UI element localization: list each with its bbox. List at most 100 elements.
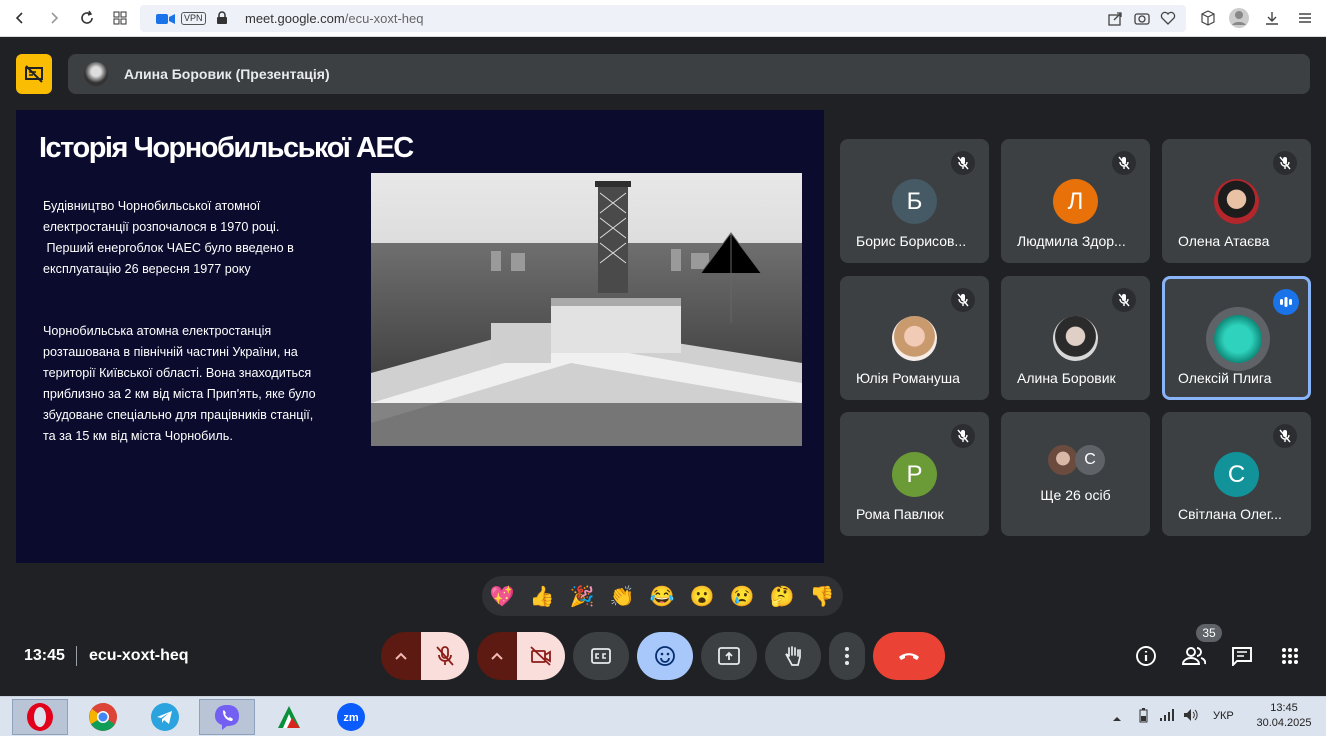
reaction-laughing[interactable]: 😂 [649,584,675,610]
slide-text-line: Будівництво Чорнобильської атомної [43,199,261,213]
reactions-button[interactable] [637,632,693,680]
forward-icon[interactable] [42,6,66,30]
presenter-label: Алина Боровик (Презентація) [124,66,330,82]
browser-toolbar: VPN meet.google.com/ecu-xoxt-heq [0,0,1326,37]
info-icon [1136,646,1156,666]
participant-tile[interactable]: Алина Боровик [1001,276,1150,400]
participant-tile[interactable]: Р Рома Павлюк [840,412,989,536]
app-logo-icon [278,706,300,728]
participant-tile[interactable]: Олена Атаєва [1162,139,1311,263]
end-call-icon [899,653,919,660]
slide-text-line: приблизно за 2 км від міста Прип'ять, як… [43,387,316,401]
reaction-thinking[interactable]: 🤔 [769,584,795,610]
heart-icon[interactable] [1160,11,1176,31]
participant-name: Юлія Романуша [856,370,960,386]
participant-tile[interactable]: Б Борис Борисов... [840,139,989,263]
mic-toggle-button[interactable] [421,632,469,680]
apps-grid-icon [1282,648,1298,664]
people-button[interactable] [1180,642,1208,670]
presenter-avatar [84,62,108,86]
signal-icon[interactable] [1159,708,1175,727]
participant-avatar: С [1075,445,1105,475]
chevron-up-icon [491,652,503,660]
participant-name: Борис Борисов... [856,233,967,249]
mic-off-icon [436,646,454,666]
taskbar-telegram[interactable] [137,699,193,735]
no-screen-share-icon [25,65,43,83]
presentation-header: Алина Боровик (Презентація) [68,54,1310,94]
chat-icon [1232,647,1252,666]
back-icon[interactable] [8,6,32,30]
taskbar-viber[interactable] [199,699,255,735]
lock-icon[interactable] [216,11,228,30]
telegram-icon [151,703,179,731]
vpn-badge[interactable]: VPN [181,12,206,25]
slide-paragraph-2: Чорнобильська атомна електростанція розт… [43,321,316,447]
chrome-icon [89,703,117,731]
slide-title: Історія Чорнобильської АЕС [39,132,414,164]
divider [76,646,77,666]
participant-avatar: Л [1053,179,1098,224]
activities-button[interactable] [1276,642,1304,670]
input-language[interactable]: УКР [1213,710,1234,722]
more-participants-label: Ще 26 осіб [1040,487,1111,503]
battery-icon[interactable] [1135,708,1151,729]
camera-toggle-button[interactable] [517,632,565,680]
participant-name: Світлана Олег... [1178,506,1282,522]
tabs-grid-icon[interactable] [108,6,132,30]
url-text: meet.google.com/ecu-xoxt-heq [245,11,424,26]
taskbar-chrome[interactable] [75,699,131,735]
participant-photo-avatar [1048,445,1078,475]
cube-icon[interactable] [1196,6,1220,30]
closed-captions-icon [591,648,611,664]
participant-tile[interactable]: Юлія Романуша [840,276,989,400]
mic-off-icon [1112,151,1136,175]
taskbar-app-tricolor[interactable] [261,699,317,735]
participant-photo-avatar [1214,315,1262,363]
present-screen-button[interactable] [701,632,757,680]
download-icon[interactable] [1260,6,1284,30]
opera-icon [27,703,53,731]
reaction-crying[interactable]: 😢 [729,584,755,610]
address-bar[interactable]: VPN meet.google.com/ecu-xoxt-heq [140,5,1186,32]
participant-avatar: С [1214,452,1259,497]
presenting-badge[interactable] [16,54,52,94]
reload-icon[interactable] [75,6,99,30]
meeting-details-button[interactable] [1132,642,1160,670]
volume-icon[interactable] [1183,708,1199,727]
participant-tile[interactable]: Л Людмила Здор... [1001,139,1150,263]
raise-hand-button[interactable] [765,632,821,680]
share-icon[interactable] [1108,11,1123,31]
video-options-button[interactable] [477,632,517,680]
reaction-thumbs-down[interactable]: 👎 [809,584,835,610]
reaction-party-popper[interactable]: 🎉 [569,584,595,610]
more-options-button[interactable] [829,632,865,680]
meeting-code: ecu-xoxt-heq [89,647,189,664]
participant-tile[interactable]: С Світлана Олег... [1162,412,1311,536]
menu-settings-icon[interactable] [1293,6,1317,30]
reaction-surprised[interactable]: 😮 [689,584,715,610]
camera-snapshot-icon[interactable] [1134,11,1150,31]
tray-time: 13:45 [1270,702,1298,714]
captions-button[interactable] [573,632,629,680]
reaction-sparkling-heart[interactable]: 💖 [489,584,515,610]
audio-options-button[interactable] [381,632,421,680]
tray-clock[interactable]: 13:45 30.04.2025 [1254,701,1314,731]
taskbar-zoom[interactable]: zm [323,699,379,735]
participant-photo-avatar [1053,316,1098,361]
tray-expand-icon[interactable] [1112,710,1122,728]
taskbar-opera[interactable] [12,699,68,735]
mic-off-icon [1273,151,1297,175]
video-camera-icon [156,12,176,31]
reaction-clapping[interactable]: 👏 [609,584,635,610]
slide-text-line: території Київської області. Вона знаход… [43,366,312,380]
participant-avatar: Р [892,452,937,497]
profile-icon[interactable] [1227,6,1251,30]
participant-photo-avatar [892,316,937,361]
chat-button[interactable] [1228,642,1256,670]
leave-call-button[interactable] [873,632,945,680]
participant-tile-active-speaker[interactable]: Олексій Плига [1162,276,1311,400]
reaction-thumbs-up[interactable]: 👍 [529,584,555,610]
present-icon [718,647,740,665]
more-participants-tile[interactable]: С Ще 26 осіб [1001,412,1150,536]
